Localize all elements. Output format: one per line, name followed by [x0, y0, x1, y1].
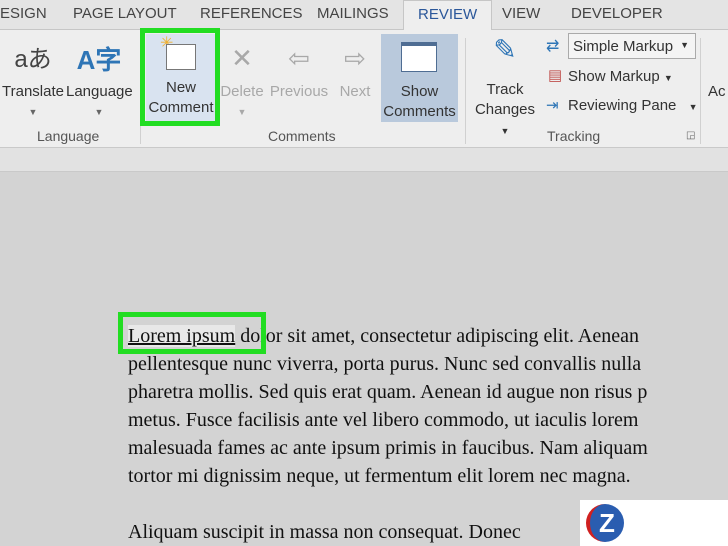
markup-display-icon: ⇄ — [546, 38, 560, 55]
track-changes-button[interactable]: ✎ Track Changes ▼ — [470, 34, 540, 141]
watermark-logo: Z — [580, 500, 728, 546]
tab-mailings[interactable]: MAILINGS — [317, 5, 389, 22]
tab-references[interactable]: REFERENCES — [200, 5, 303, 22]
language-button[interactable]: A字 Language ▼ — [66, 38, 133, 122]
translate-button[interactable]: aあ Translate ▼ — [2, 38, 64, 122]
dialog-launcher-icon[interactable]: ◲ — [686, 130, 695, 141]
tab-view[interactable]: VIEW — [502, 5, 540, 22]
text-line: dolor sit amet, consectetur adipiscing e… — [240, 325, 639, 347]
show-comments-icon — [381, 34, 458, 82]
highlight-box — [118, 312, 266, 354]
reviewing-pane-icon: ⇥ — [546, 97, 559, 114]
previous-icon: ⇦ — [288, 43, 310, 73]
text-line: pharetra mollis. Sed quis erat quam. Aen… — [128, 381, 648, 403]
translate-icon: aあ — [14, 46, 52, 73]
logo-icon: Z — [586, 504, 624, 542]
highlight-box — [140, 28, 220, 126]
group-label-language: Language — [37, 128, 100, 144]
ribbon: aあ Translate▼ A字 Language▼ Language ✳ Ne… — [0, 28, 728, 148]
text-line: pellentesque nunc viverra, porta purus. … — [128, 353, 642, 375]
divider — [465, 38, 466, 144]
ribbon-tabs: ESIGN PAGE LAYOUT REFERENCES MAILINGS RE… — [0, 0, 728, 31]
accept-button[interactable]: Ac — [708, 82, 726, 102]
group-label-tracking: Tracking — [547, 128, 601, 144]
delete-comment-button[interactable]: ✕ Delete ▼ — [220, 38, 264, 122]
show-markup-icon: ▤ — [548, 67, 563, 84]
ruler-area — [0, 148, 728, 172]
text-line: malesuada fames ac ante ipsum primis in … — [128, 437, 648, 459]
tab-design[interactable]: ESIGN — [0, 5, 47, 22]
next-comment-button[interactable]: ⇨ Next — [334, 38, 376, 102]
show-markup-button[interactable]: Show Markup ▼ — [568, 68, 673, 85]
track-changes-icon: ✎ — [493, 34, 517, 65]
show-comments-button[interactable]: Show Comments — [381, 34, 458, 122]
tab-page-layout[interactable]: PAGE LAYOUT — [73, 5, 177, 22]
text-line: Aliquam suscipit in massa non consequat.… — [128, 521, 521, 543]
reviewing-pane-button[interactable]: Reviewing Pane ▼ — [568, 97, 698, 114]
language-icon: A字 — [76, 45, 122, 75]
text-line: metus. Fusce facilisis ante vel libero c… — [128, 409, 639, 431]
delete-icon: ✕ — [231, 43, 253, 73]
markup-select[interactable]: Simple Markup ▼ — [568, 33, 696, 59]
divider — [700, 38, 701, 144]
group-label-comments: Comments — [268, 128, 336, 144]
tab-developer[interactable]: DEVELOPER — [571, 5, 663, 22]
previous-comment-button[interactable]: ⇦ Previous — [268, 38, 330, 102]
text-line: tortor mi dignissim neque, ut fermentum … — [128, 465, 631, 487]
document-body[interactable]: Lorem ipsum dolor sit amet, consectetur … — [128, 322, 648, 546]
next-icon: ⇨ — [344, 43, 366, 73]
tab-review[interactable]: REVIEW — [403, 0, 493, 31]
